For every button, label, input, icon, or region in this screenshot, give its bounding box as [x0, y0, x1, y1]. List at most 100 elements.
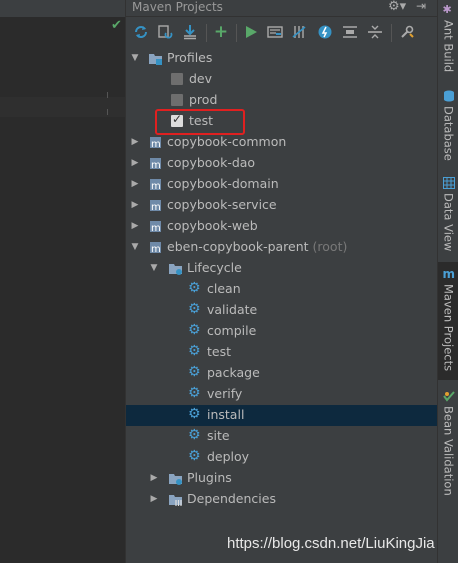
lifecycle-goal[interactable]: ⚙ site	[126, 426, 437, 447]
expand-arrow-icon[interactable]: ▼	[149, 262, 159, 274]
profile-item-prod[interactable]: prod	[126, 90, 437, 111]
side-tab-ant-build[interactable]: ✱ Ant Build	[438, 3, 458, 73]
maven-projects-panel: Maven Projects ⚙▾ ⇥ + ▼ Profiles dev pro…	[126, 0, 437, 563]
tree-node-module[interactable]: ▶ m copybook-dao	[126, 153, 437, 174]
side-tab-label: Database	[441, 106, 456, 161]
execute-goal-icon[interactable]	[266, 23, 284, 41]
ant-icon: ✱	[442, 3, 452, 16]
download-icon[interactable]	[181, 23, 199, 41]
tree-node-module[interactable]: ▶ m copybook-service	[126, 195, 437, 216]
tree-node-module[interactable]: ▶ m copybook-common	[126, 132, 437, 153]
run-icon[interactable]	[242, 23, 260, 41]
expand-arrow-icon[interactable]: ▶	[130, 136, 140, 148]
maven-toolbar: +	[126, 20, 437, 46]
tree-node-profiles[interactable]: ▼ Profiles	[126, 48, 437, 69]
lifecycle-folder-icon	[169, 264, 182, 275]
lifecycle-goal[interactable]: ⚙ validate	[126, 300, 437, 321]
goal-gear-icon: ⚙	[188, 343, 201, 359]
tree-label: Plugins	[187, 470, 232, 485]
side-tab-label: Bean Validation	[441, 406, 456, 496]
maven-module-icon: m	[150, 242, 161, 255]
side-tab-bean-validation[interactable]: Bean Validation	[438, 390, 458, 496]
lifecycle-goal[interactable]: ⚙ test	[126, 342, 437, 363]
tree-node-module[interactable]: ▶ m copybook-domain	[126, 174, 437, 195]
expand-arrow-icon[interactable]: ▶	[149, 493, 159, 505]
settings-icon[interactable]	[398, 23, 416, 41]
svg-text:m: m	[151, 139, 161, 150]
tree-node-parent[interactable]: ▼ m eben-copybook-parent (root)	[126, 237, 437, 258]
tree-label: copybook-dao	[167, 155, 256, 170]
lifecycle-goal[interactable]: ⚙ clean	[126, 279, 437, 300]
tree-label: copybook-domain	[167, 176, 279, 191]
expand-arrow-icon[interactable]: ▶	[130, 199, 140, 211]
reimport-icon[interactable]	[132, 23, 150, 41]
bean-validation-icon	[442, 391, 455, 402]
maven-icon: m	[442, 267, 456, 281]
maven-module-icon: m	[150, 158, 161, 171]
goal-gear-icon: ⚙	[188, 427, 201, 443]
editor-area: ✔	[0, 0, 125, 563]
lifecycle-goal[interactable]: ⚙ compile	[126, 321, 437, 342]
expand-arrow-icon[interactable]: ▶	[130, 157, 140, 169]
maven-module-icon: m	[150, 137, 161, 150]
panel-settings-icon[interactable]: ⚙▾	[388, 0, 406, 14]
parent-name: eben-copybook-parent	[167, 239, 309, 254]
tree-node-module[interactable]: ▶ m copybook-web	[126, 216, 437, 237]
show-dependencies-icon[interactable]	[341, 23, 359, 41]
goal-gear-icon: ⚙	[188, 364, 201, 380]
side-tab-database[interactable]: Database	[438, 90, 458, 161]
tree-label: copybook-service	[167, 197, 277, 212]
generate-sources-icon[interactable]	[156, 23, 174, 41]
tree-label: eben-copybook-parent (root)	[167, 239, 347, 254]
side-tab-maven-projects[interactable]: m Maven Projects	[438, 262, 458, 380]
tree-label: compile	[207, 323, 257, 338]
root-suffix: (root)	[312, 239, 348, 254]
tree-node-dependencies[interactable]: ▶ Dependencies	[126, 489, 437, 510]
collapse-all-icon[interactable]	[366, 23, 384, 41]
fold-marker	[107, 109, 108, 115]
lifecycle-goal[interactable]: ⚙ package	[126, 363, 437, 384]
inspection-ok-icon: ✔	[111, 18, 122, 33]
tree-label: validate	[207, 302, 258, 317]
maven-module-icon: m	[150, 221, 161, 234]
editor-tab-bar	[0, 0, 125, 18]
profile-checkbox[interactable]	[171, 73, 183, 85]
tree-label: install	[207, 407, 245, 422]
side-tab-label: Data View	[441, 193, 456, 252]
svg-text:m: m	[151, 223, 161, 234]
lifecycle-goal[interactable]: ⚙ verify	[126, 384, 437, 405]
goal-gear-icon: ⚙	[188, 280, 201, 296]
toggle-offline-icon[interactable]	[290, 23, 308, 41]
fold-marker	[107, 92, 108, 98]
tree-label: Lifecycle	[187, 260, 242, 275]
profile-checkbox[interactable]	[171, 94, 183, 106]
watermark: https://blog.csdn.net/LiuKingJia	[227, 535, 435, 552]
goal-gear-icon: ⚙	[188, 406, 201, 422]
panel-title: Maven Projects	[132, 0, 223, 14]
hide-panel-icon[interactable]: ⇥	[416, 0, 426, 13]
side-tab-label: Maven Projects	[441, 284, 456, 372]
lifecycle-goal-selected[interactable]: ⚙ install	[126, 405, 437, 426]
profile-item-dev[interactable]: dev	[126, 69, 437, 90]
tree-label: Profiles	[167, 50, 213, 65]
lifecycle-goal[interactable]: ⚙ deploy	[126, 447, 437, 468]
tree-label: Dependencies	[187, 491, 276, 506]
expand-arrow-icon[interactable]: ▶	[130, 178, 140, 190]
add-icon[interactable]: +	[212, 22, 230, 42]
expand-arrow-icon[interactable]: ▼	[130, 52, 140, 64]
side-tab-data-view[interactable]: Data View	[438, 177, 458, 251]
tree-label: copybook-common	[167, 134, 287, 149]
expand-arrow-icon[interactable]: ▼	[130, 241, 140, 253]
tree-label: copybook-web	[167, 218, 258, 233]
tree-label: dev	[189, 71, 213, 86]
goal-gear-icon: ⚙	[188, 322, 201, 338]
skip-tests-icon[interactable]	[316, 23, 334, 41]
expand-arrow-icon[interactable]: ▶	[130, 220, 140, 232]
table-icon	[442, 177, 455, 189]
expand-arrow-icon[interactable]: ▶	[149, 472, 159, 484]
tree-node-plugins[interactable]: ▶ Plugins	[126, 468, 437, 489]
maven-module-icon: m	[150, 179, 161, 192]
svg-text:m: m	[151, 244, 161, 255]
svg-text:m: m	[151, 160, 161, 171]
tree-node-lifecycle[interactable]: ▼ Lifecycle	[126, 258, 437, 279]
